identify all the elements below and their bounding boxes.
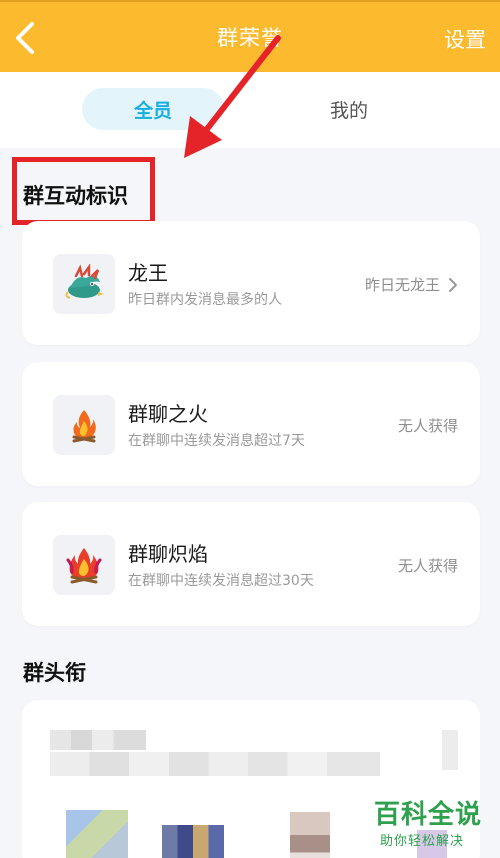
watermark-main-text: 百科全说 xyxy=(374,800,483,830)
blurred-avatar xyxy=(162,825,224,858)
blazing-fire-icon xyxy=(66,548,102,584)
badge-status: 昨日无龙王 xyxy=(365,274,458,295)
chevron-right-icon xyxy=(449,277,457,292)
section-title-group-titles: 群头衔 xyxy=(23,661,86,685)
chevron-left-icon xyxy=(16,22,34,54)
settings-button[interactable]: 设置 xyxy=(444,24,486,54)
watermark-logo: 百科全说 助你轻松解决 xyxy=(370,792,492,854)
badge-name: 龙王 xyxy=(128,261,168,285)
badge-card-dragon-king[interactable]: 龙王 昨日群内发消息最多的人 昨日无龙王 xyxy=(22,221,480,345)
badge-icon-container xyxy=(53,535,115,595)
badge-status: 无人获得 xyxy=(398,415,458,436)
badge-description: 昨日群内发消息最多的人 xyxy=(128,292,282,308)
badge-name: 群聊炽焰 xyxy=(128,542,208,566)
badge-icon-container xyxy=(53,254,115,314)
badge-card-group-blaze[interactable]: 群聊炽焰 在群聊中连续发消息超过30天 无人获得 xyxy=(22,502,480,626)
badge-status-text: 无人获得 xyxy=(397,417,458,435)
badge-status-text: 昨日无龙王 xyxy=(364,276,440,294)
dragon-king-icon xyxy=(65,264,104,299)
badge-status-text: 无人获得 xyxy=(397,557,458,575)
tab-mine[interactable]: 我的 xyxy=(300,88,398,130)
badge-description: 在群聊中连续发消息超过7天 xyxy=(128,433,305,449)
badge-card-group-fire[interactable]: 群聊之火 在群聊中连续发消息超过7天 无人获得 xyxy=(22,362,480,486)
annotation-arrow xyxy=(184,35,281,158)
back-button[interactable] xyxy=(10,18,40,58)
blurred-avatar xyxy=(66,810,128,858)
badge-name: 群聊之火 xyxy=(128,402,208,426)
blurred-content xyxy=(50,752,380,776)
badge-description: 在群聊中连续发消息超过30天 xyxy=(128,573,314,589)
annotation-highlight-box xyxy=(12,157,155,225)
blurred-avatar xyxy=(290,812,330,858)
blurred-content xyxy=(442,730,458,770)
blurred-content xyxy=(50,730,146,750)
watermark-sub-text: 助你轻松解决 xyxy=(380,834,465,849)
fire-icon xyxy=(72,410,96,443)
badge-status: 无人获得 xyxy=(398,555,458,576)
badge-icon-container xyxy=(53,395,115,455)
